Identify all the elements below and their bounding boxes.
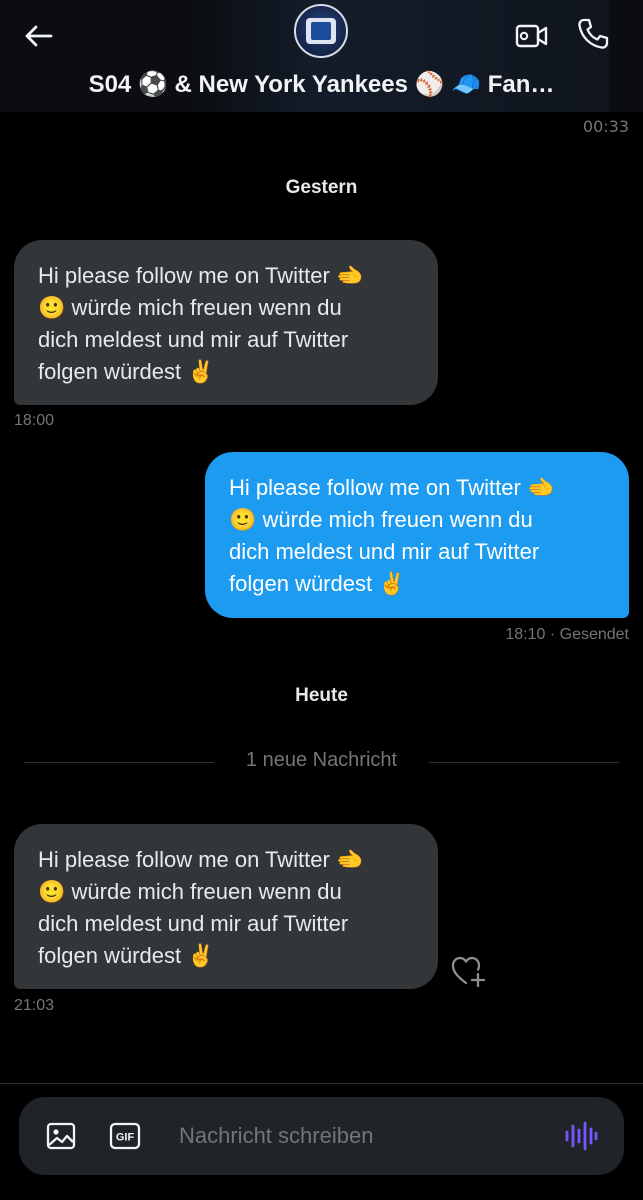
voice-message-button[interactable] [564,1120,598,1152]
composer-divider [0,1083,643,1084]
message-composer: GIF [19,1097,624,1175]
gif-label: GIF [116,1132,135,1144]
message-line: Hi please follow me on Twitter 🫲 [38,847,364,872]
video-camera-icon [515,24,548,48]
message-line: dich meldest und mir auf Twitter [38,911,349,936]
voice-wave-icon [565,1121,598,1151]
message-time: 21:03 [14,997,55,1014]
new-messages-label: 1 neue Nachricht [245,749,398,771]
message-line: 🙂 würde mich freuen wenn du [38,879,342,904]
message-line: dich meldest und mir auf Twitter [38,327,349,352]
message-bubble-incoming[interactable]: Hi please follow me on Twitter 🫲 🙂 würde… [14,240,438,405]
message-line: Hi please follow me on Twitter 🫲 [229,475,555,500]
message-bubble-incoming[interactable]: Hi please follow me on Twitter 🫲 🙂 würde… [14,824,438,989]
image-icon [46,1122,76,1150]
message-time: 18:10 [505,626,546,643]
message-input[interactable] [179,1119,539,1153]
message-line: folgen würdest ✌️ [38,359,215,384]
conversation-header: S04 ⚽ & New York Yankees ⚾ 🧢 Fan… [0,0,643,112]
message-bubble-outgoing[interactable]: Hi please follow me on Twitter 🫲 🙂 würde… [205,452,629,618]
day-separator-yesterday: Gestern [285,177,358,198]
arrow-left-icon [25,25,53,47]
message-timestamp: 00:33 [582,117,629,136]
react-button[interactable] [450,954,488,988]
add-gif-button[interactable]: GIF [109,1122,141,1150]
day-separator-today: Heute [295,685,348,706]
gif-icon: GIF [109,1122,141,1150]
avatar-emblem [311,22,331,40]
message-line: dich meldest und mir auf Twitter [229,539,540,564]
message-line: 🙂 würde mich freuen wenn du [38,295,342,320]
phone-icon [578,18,609,49]
new-messages-divider: 1 neue Nachricht [24,747,619,777]
conversation-title[interactable]: S04 ⚽ & New York Yankees ⚾ 🧢 Fan… [30,70,613,99]
group-avatar[interactable] [294,4,348,58]
video-call-button[interactable] [512,16,552,56]
heart-plus-icon [451,956,486,988]
add-image-button[interactable] [45,1120,77,1152]
message-line: folgen würdest ✌️ [38,943,215,968]
message-line: 🙂 würde mich freuen wenn du [229,507,533,532]
sent-status: · Gesendet [549,626,629,643]
message-time: 18:00 [14,412,55,429]
voice-call-button[interactable] [573,14,613,54]
back-button[interactable] [18,16,58,56]
message-line: Hi please follow me on Twitter 🫲 [38,263,364,288]
message-line: folgen würdest ✌️ [229,571,406,596]
message-status: 18:10 · Gesendet [505,626,629,644]
